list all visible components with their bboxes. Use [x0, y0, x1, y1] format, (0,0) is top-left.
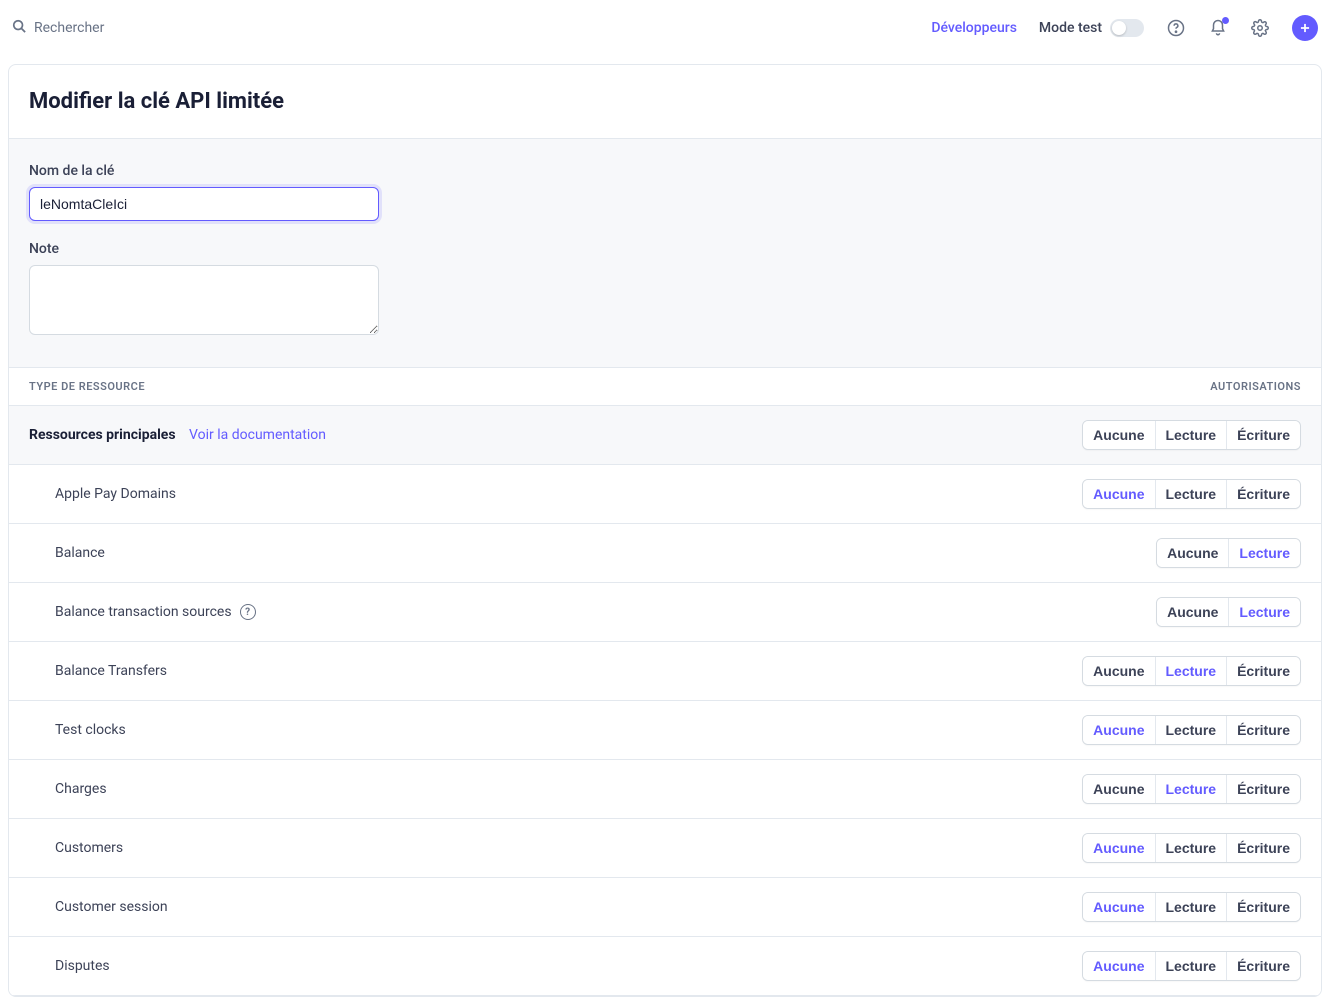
key-name-input[interactable]	[29, 187, 379, 221]
perm-read[interactable]: Lecture	[1228, 539, 1300, 567]
topbar-right: Développeurs Mode test	[931, 15, 1318, 41]
col-resource-type: TYPE DE RESSOURCE	[29, 380, 145, 393]
resource-row: Balance Transfers AucuneLectureÉcriture	[9, 642, 1321, 701]
test-mode-control: Mode test	[1039, 19, 1144, 37]
perm-write[interactable]: Écriture	[1226, 893, 1300, 921]
resource-row: Test clocks AucuneLectureÉcriture	[9, 701, 1321, 760]
resource-list: Apple Pay DomainsAucuneLectureÉcritureBa…	[9, 465, 1321, 996]
permission-group: AucuneLectureÉcriture	[1082, 892, 1301, 922]
test-mode-label: Mode test	[1039, 20, 1102, 36]
key-name-label: Nom de la clé	[29, 163, 1301, 179]
perm-write[interactable]: Écriture	[1226, 716, 1300, 744]
perm-read[interactable]: Lecture	[1155, 893, 1227, 921]
resource-name-text: Customer session	[55, 899, 168, 915]
perm-none[interactable]: Aucune	[1083, 716, 1154, 744]
resource-name: Disputes	[55, 958, 110, 974]
permission-group: AucuneLectureÉcriture	[1082, 774, 1301, 804]
note-textarea[interactable]	[29, 265, 379, 335]
permission-group: AucuneLectureÉcriture	[1082, 833, 1301, 863]
resource-name: Charges	[55, 781, 107, 797]
section-perm-read[interactable]: Lecture	[1155, 421, 1227, 449]
resource-name: Apple Pay Domains	[55, 486, 176, 502]
resource-name: Balance Transfers	[55, 663, 167, 679]
permissions-table-header: TYPE DE RESSOURCE AUTORISATIONS	[9, 368, 1321, 406]
resource-row: Charges AucuneLectureÉcriture	[9, 760, 1321, 819]
form-section: Nom de la clé Note	[9, 139, 1321, 368]
perm-read[interactable]: Lecture	[1155, 716, 1227, 744]
global-search[interactable]: Rechercher	[12, 19, 931, 37]
test-mode-toggle[interactable]	[1110, 19, 1144, 37]
main-card: Modifier la clé API limitée Nom de la cl…	[8, 64, 1322, 997]
perm-read[interactable]: Lecture	[1155, 952, 1227, 980]
section-perm-write[interactable]: Écriture	[1226, 421, 1300, 449]
resource-row: Customer session AucuneLectureÉcriture	[9, 878, 1321, 937]
resource-name: Customers	[55, 840, 123, 856]
perm-write[interactable]: Écriture	[1226, 834, 1300, 862]
notification-dot	[1222, 17, 1229, 24]
create-button[interactable]	[1292, 15, 1318, 41]
perm-none[interactable]: Aucune	[1083, 952, 1154, 980]
perm-write[interactable]: Écriture	[1226, 657, 1300, 685]
permission-group: AucuneLectureÉcriture	[1082, 656, 1301, 686]
card-header: Modifier la clé API limitée	[9, 65, 1321, 139]
perm-write[interactable]: Écriture	[1226, 952, 1300, 980]
perm-none[interactable]: Aucune	[1083, 834, 1154, 862]
page-title: Modifier la clé API limitée	[29, 89, 1301, 114]
help-icon[interactable]	[1166, 18, 1186, 38]
perm-none[interactable]: Aucune	[1083, 657, 1154, 685]
resource-name: Balance	[55, 545, 105, 561]
perm-write[interactable]: Écriture	[1226, 480, 1300, 508]
perm-none[interactable]: Aucune	[1157, 539, 1228, 567]
resource-name-text: Balance Transfers	[55, 663, 167, 679]
resource-row: Balance transaction sources? AucuneLectur…	[9, 583, 1321, 642]
perm-none[interactable]: Aucune	[1083, 775, 1154, 803]
resource-name-text: Balance	[55, 545, 105, 561]
permission-group: AucuneLectureÉcriture	[1082, 479, 1301, 509]
search-placeholder: Rechercher	[34, 20, 104, 36]
resource-row: Apple Pay Domains AucuneLectureÉcriture	[9, 465, 1321, 524]
section-core-resources: Ressources principales Voir la documenta…	[9, 406, 1321, 465]
note-label: Note	[29, 241, 1301, 257]
resource-name-text: Customers	[55, 840, 123, 856]
section-perm-none[interactable]: Aucune	[1083, 421, 1154, 449]
perm-none[interactable]: Aucune	[1083, 893, 1154, 921]
topbar: Rechercher Développeurs Mode test	[0, 0, 1330, 56]
resource-name-text: Balance transaction sources	[55, 604, 232, 620]
resource-row: Balance AucuneLecture	[9, 524, 1321, 583]
resource-name: Balance transaction sources?	[55, 604, 256, 620]
resource-name: Test clocks	[55, 722, 126, 738]
resource-name-text: Apple Pay Domains	[55, 486, 176, 502]
documentation-link[interactable]: Voir la documentation	[189, 427, 326, 443]
perm-read[interactable]: Lecture	[1228, 598, 1300, 626]
perm-read[interactable]: Lecture	[1155, 657, 1227, 685]
perm-read[interactable]: Lecture	[1155, 480, 1227, 508]
col-permissions: AUTORISATIONS	[1210, 380, 1301, 393]
resource-name-text: Disputes	[55, 958, 110, 974]
notifications-icon[interactable]	[1208, 18, 1228, 38]
search-icon	[12, 19, 26, 37]
permission-group: AucuneLecture	[1156, 538, 1301, 568]
settings-icon[interactable]	[1250, 18, 1270, 38]
permission-group: AucuneLecture	[1156, 597, 1301, 627]
perm-read[interactable]: Lecture	[1155, 775, 1227, 803]
perm-none[interactable]: Aucune	[1083, 480, 1154, 508]
developers-link[interactable]: Développeurs	[931, 20, 1017, 36]
resource-name-text: Charges	[55, 781, 107, 797]
permission-group: AucuneLectureÉcriture	[1082, 951, 1301, 981]
section-title: Ressources principales	[29, 427, 176, 443]
resource-row: Disputes AucuneLectureÉcriture	[9, 937, 1321, 996]
info-icon[interactable]: ?	[240, 604, 256, 620]
permission-group: AucuneLectureÉcriture	[1082, 715, 1301, 745]
perm-write[interactable]: Écriture	[1226, 775, 1300, 803]
resource-name: Customer session	[55, 899, 168, 915]
section-permission-group: Aucune Lecture Écriture	[1082, 420, 1301, 450]
resource-row: Customers AucuneLectureÉcriture	[9, 819, 1321, 878]
resource-name-text: Test clocks	[55, 722, 126, 738]
perm-read[interactable]: Lecture	[1155, 834, 1227, 862]
perm-none[interactable]: Aucune	[1157, 598, 1228, 626]
